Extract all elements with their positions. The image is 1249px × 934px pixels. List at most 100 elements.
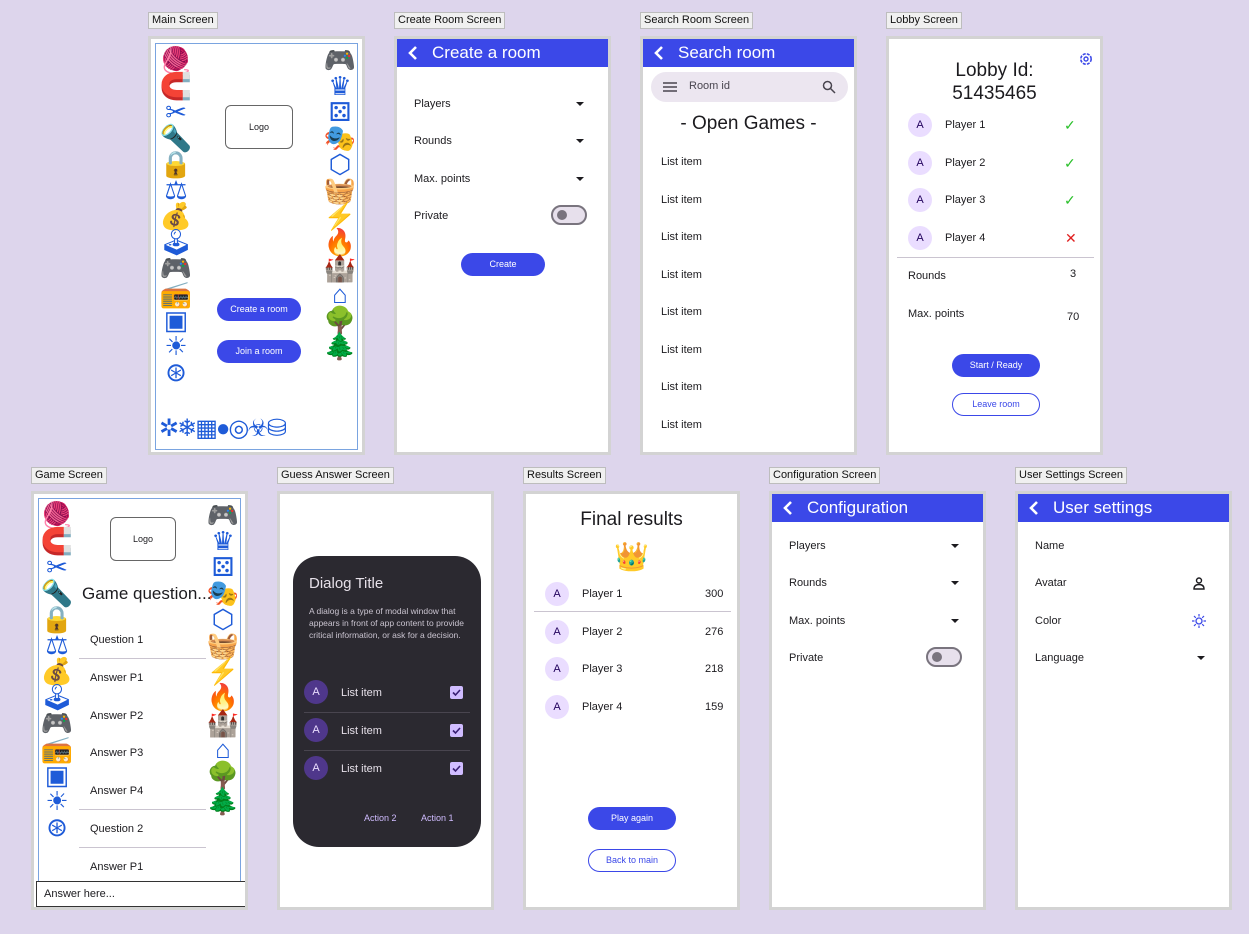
back-arrow-icon[interactable] — [782, 500, 794, 516]
list-item[interactable]: List item — [661, 231, 702, 243]
language-select[interactable]: Language — [1035, 648, 1205, 668]
leave-room-button[interactable]: Leave room — [952, 393, 1040, 416]
rounds-label: Rounds — [789, 577, 827, 589]
sun-brightness-icon[interactable] — [1192, 614, 1206, 628]
logo: Logo — [225, 105, 293, 149]
lightning-icon: ⚡ — [206, 656, 240, 686]
start-ready-button[interactable]: Start / Ready — [952, 354, 1040, 377]
create-button[interactable]: Create — [461, 253, 545, 276]
person-icon[interactable] — [1193, 577, 1205, 590]
join-room-button[interactable]: Join a room — [217, 340, 301, 363]
list-item[interactable]: List item — [661, 269, 702, 281]
player-name: Player 3 — [582, 663, 623, 675]
language-label: Language — [1035, 652, 1084, 664]
player-name: Player 3 — [945, 194, 986, 206]
checkbox-checked-icon[interactable] — [450, 762, 463, 775]
max-points-select[interactable]: Max. points — [414, 169, 584, 189]
dialog-list-item[interactable]: List item — [341, 725, 382, 737]
right-icon-column: 🎮 ♛ ⚄ 🎭 ⬡ 🧺 ⚡ 🔥 🏰 ⌂ 🌳 🌲 — [206, 502, 240, 814]
tree-icon: 🌳 — [323, 305, 357, 335]
dialog-list-item[interactable]: List item — [341, 687, 382, 699]
private-label: Private — [414, 210, 449, 222]
player-name: Player 4 — [582, 701, 623, 713]
create-room-screen: Create a room Players Rounds Max. points… — [394, 36, 611, 455]
divider — [79, 847, 206, 848]
back-arrow-icon[interactable] — [1028, 500, 1040, 516]
action-2-button[interactable]: Action 2 — [364, 813, 397, 823]
house-icon: ⌂ — [215, 734, 231, 764]
toggle-knob — [932, 652, 942, 662]
house-icon: ⌂ — [332, 279, 348, 309]
player-score: 218 — [705, 663, 724, 675]
name-label: Name — [1035, 540, 1065, 552]
dialog-title: Dialog Title — [309, 575, 384, 592]
avatar-label: Avatar — [1035, 577, 1067, 589]
back-arrow-icon[interactable] — [407, 45, 419, 61]
create-room-app-bar: Create a room — [397, 39, 608, 67]
rounds-select[interactable]: Rounds — [789, 573, 959, 593]
avatar: A — [908, 151, 932, 175]
answer-input[interactable]: Answer here... — [36, 881, 245, 907]
configuration-screen: Configuration Players Rounds Max. points… — [769, 491, 986, 910]
ready-check-icon: ✓ — [1064, 155, 1076, 171]
dialog-list-item[interactable]: List item — [341, 763, 382, 775]
chevron-down-icon — [576, 177, 584, 181]
answer-item[interactable]: Answer P3 — [90, 747, 143, 759]
divider — [534, 611, 731, 612]
answer-item[interactable]: Answer P2 — [90, 710, 143, 722]
back-to-main-button[interactable]: Back to main — [588, 849, 676, 872]
lobby-id-value: 51435465 — [952, 83, 1037, 104]
cube-icon: ⬡ — [211, 604, 235, 634]
color-row[interactable]: Color — [1035, 611, 1205, 631]
create-room-button[interactable]: Create a room — [217, 298, 301, 321]
play-again-button[interactable]: Play again — [588, 807, 676, 830]
avatar-row[interactable]: Avatar — [1035, 573, 1205, 593]
checkbox-checked-icon[interactable] — [450, 724, 463, 737]
grid-icon: ▦ — [195, 415, 218, 442]
bottom-icon-row: ✲❄▦●◎☣⛁ — [159, 417, 359, 441]
players-select[interactable]: Players — [789, 536, 959, 556]
list-item[interactable]: List item — [661, 194, 702, 206]
private-toggle[interactable] — [551, 205, 587, 225]
fire-icon: 🔥 — [206, 682, 240, 712]
list-item[interactable]: List item — [661, 156, 702, 168]
gamepad-icon: 🎮 — [40, 708, 74, 738]
avatar: A — [908, 113, 932, 137]
answer-item[interactable]: Answer P4 — [90, 785, 143, 797]
crown-icon: ♛ — [328, 71, 352, 101]
action-1-button[interactable]: Action 1 — [421, 813, 454, 823]
joystick-icon: 🕹 — [159, 227, 193, 257]
bush-icon: 🌲 — [206, 786, 240, 816]
game-screen-label: Game Screen — [31, 467, 107, 484]
search-input[interactable]: Room id — [689, 80, 730, 92]
main-screen: 🧶 🧲 ✂ 🔦 🔒 ⚖ 💰 🕹 🎮 📻 ▣ ☀ ⊛ 🎮 ♛ ⚄ 🎭 ⬡ 🧺 ⚡ … — [148, 36, 365, 455]
castle-icon: 🏰 — [206, 708, 240, 738]
players-select[interactable]: Players — [414, 94, 584, 114]
divider — [304, 750, 470, 751]
left-icon-column: 🧶 🧲 ✂ 🔦 🔒 ⚖ 💰 🕹 🎮 📻 ▣ ☀ ⊛ — [159, 47, 193, 385]
ready-check-icon: ✓ — [1064, 117, 1076, 133]
list-item[interactable]: List item — [661, 344, 702, 356]
checkbox-checked-icon[interactable] — [450, 686, 463, 699]
rounds-value: 3 — [1070, 268, 1077, 280]
list-item[interactable]: List item — [661, 381, 702, 393]
joystick-icon: 🕹 — [40, 682, 74, 712]
back-arrow-icon[interactable] — [653, 45, 665, 61]
divider — [79, 809, 206, 810]
list-item[interactable]: List item — [661, 419, 702, 431]
rounds-select[interactable]: Rounds — [414, 131, 584, 151]
name-row[interactable]: Name — [1035, 536, 1205, 556]
controller-icon: 🎮 — [323, 45, 357, 75]
user-settings-app-bar: User settings — [1018, 494, 1229, 522]
answer-item[interactable]: Answer P1 — [90, 861, 143, 873]
chip-icon: ▣ — [44, 760, 70, 790]
search-icon[interactable] — [822, 80, 836, 94]
guess-answer-screen: Dialog Title A dialog is a type of modal… — [277, 491, 494, 910]
list-item[interactable]: List item — [661, 306, 702, 318]
walkie-talkie-icon: 📻 — [40, 734, 74, 764]
answer-item[interactable]: Answer P1 — [90, 672, 143, 684]
private-toggle[interactable] — [926, 647, 962, 667]
search-bar[interactable]: Room id — [651, 72, 848, 102]
menu-icon[interactable] — [663, 82, 677, 92]
max-points-select[interactable]: Max. points — [789, 611, 959, 631]
